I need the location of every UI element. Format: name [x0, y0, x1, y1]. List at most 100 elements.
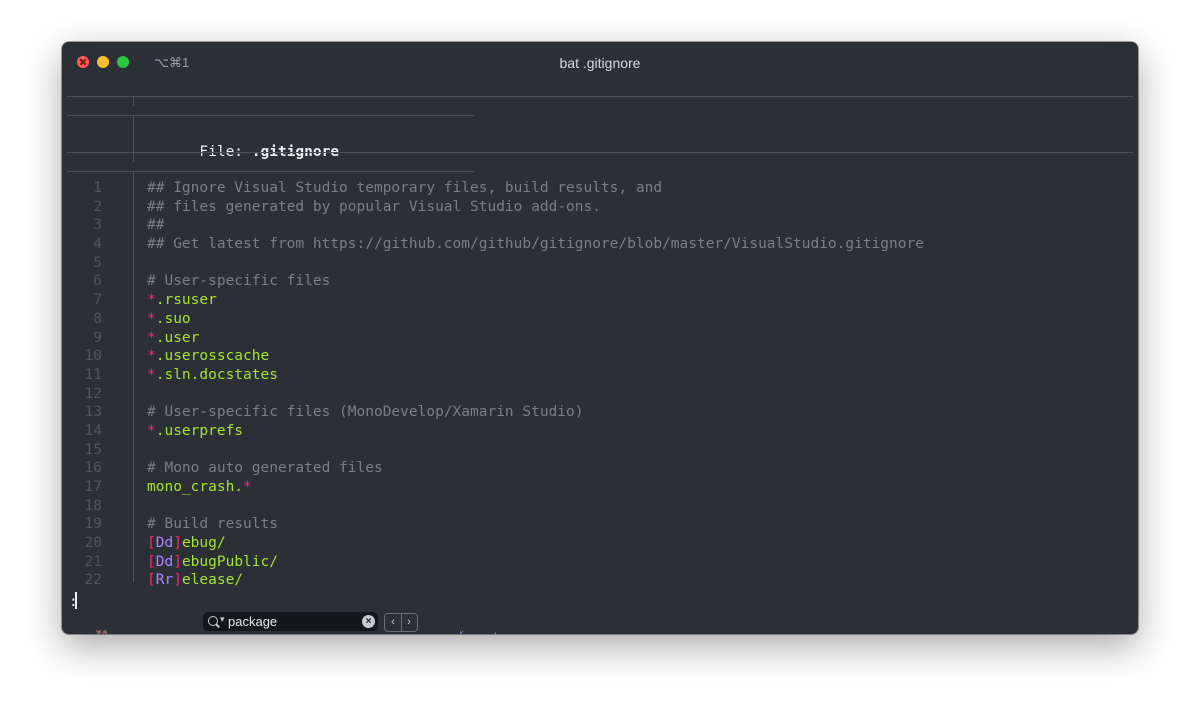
gutter-divider-top: [133, 96, 134, 106]
line-code: # User-specific files: [147, 272, 330, 291]
branch-icon: ᚴ: [458, 629, 466, 634]
status-bar: ⛓ less ◂ bat ◂ zsh ▾ × ‹ › ᚴ master: [62, 610, 1138, 634]
code-token: .userprefs: [155, 422, 244, 439]
line-number: 10: [84, 348, 102, 365]
gutter-divider-header: [133, 115, 134, 152]
code-token: ]: [173, 553, 182, 570]
code-line: 8 *.suo: [62, 310, 1138, 329]
line-number: 18: [84, 497, 102, 514]
code-line: 11 *.sln.docstates: [62, 366, 1138, 385]
code-token: *: [243, 479, 252, 495]
code-line: 5: [62, 254, 1138, 273]
code-token: ## files generated by popular Visual Stu…: [147, 198, 601, 215]
text-cursor: [75, 592, 77, 609]
line-code: # User-specific files (MonoDevelop/Xamar…: [147, 403, 584, 422]
line-code: *.userprefs: [147, 422, 243, 441]
line-number: 8: [93, 310, 102, 327]
code-lines: 1 ## Ignore Visual Studio temporary files…: [62, 179, 1138, 590]
code-token: .userosscache: [155, 348, 270, 365]
code-token: Dd: [155, 535, 174, 552]
code-token: [: [147, 535, 156, 552]
search-icon: [208, 616, 218, 626]
line-number: 4: [93, 236, 102, 253]
code-token: [: [147, 553, 156, 570]
line-number: 2: [93, 198, 102, 215]
line-code: *.user: [147, 329, 199, 348]
code-line: 1 ## Ignore Visual Studio temporary files…: [62, 179, 1138, 198]
code-line: 10 *.userosscache: [62, 347, 1138, 366]
clear-search-icon[interactable]: ×: [362, 615, 375, 628]
header-top-rule: [67, 96, 1133, 97]
code-token: # Mono auto generated files: [147, 460, 383, 477]
code-line: 3 ##: [62, 216, 1138, 235]
code-line: 15: [62, 441, 1138, 460]
code-line: 6 # User-specific files: [62, 272, 1138, 291]
line-number: 6: [93, 273, 102, 290]
line-number: 17: [84, 479, 102, 495]
code-token: ## Get latest from https://github.com/gi…: [147, 236, 924, 253]
line-number: 15: [84, 441, 102, 458]
git-branch[interactable]: ᚴ master: [436, 614, 520, 634]
line-code: mono_crash.*: [147, 478, 252, 497]
code-line: 7 *.rsuser: [62, 291, 1138, 310]
code-token: ebug/: [181, 535, 226, 552]
line-code: # Mono auto generated files: [147, 459, 383, 478]
code-token: *: [147, 310, 156, 327]
line-code: [Dd]ebug/: [147, 534, 226, 553]
code-line: 22 [Rr]elease/: [62, 571, 1138, 590]
code-line: 9 *.user: [62, 329, 1138, 348]
line-code: *.sln.docstates: [147, 366, 278, 385]
code-token: ]: [173, 572, 182, 589]
search-field[interactable]: ▾ ×: [203, 612, 378, 631]
code-token: # User-specific files (MonoDevelop/Xamar…: [147, 404, 584, 421]
search-input[interactable]: [228, 612, 356, 631]
terminal-window: ⌥⌘1 bat .gitignore File: .gitignore 1 ## …: [62, 42, 1138, 634]
line-number: 7: [93, 292, 102, 309]
code-token: ##: [147, 217, 165, 234]
line-number: 11: [84, 366, 102, 383]
window-title: bat .gitignore: [559, 55, 641, 71]
process-icon: ⛓: [94, 629, 111, 634]
header-bottom-rule: [67, 152, 1133, 153]
line-number: 16: [84, 460, 102, 477]
line-code: *.suo: [147, 310, 191, 329]
line-number: 20: [84, 535, 102, 552]
line-code: ##: [147, 216, 164, 235]
line-number: 5: [93, 254, 102, 271]
code-token: *: [147, 366, 156, 383]
search-navigation: ‹ ›: [384, 613, 418, 632]
code-line: 21 [Dd]ebugPublic/: [62, 553, 1138, 572]
code-token: elease/: [181, 572, 244, 589]
line-number: 13: [84, 404, 102, 421]
line-code: *.rsuser: [147, 291, 217, 310]
chevron-down-icon[interactable]: ▾: [220, 614, 225, 625]
code-token: .rsuser: [155, 292, 217, 309]
line-code: ## Ignore Visual Studio temporary files,…: [147, 179, 662, 198]
code-token: Dd: [155, 553, 174, 570]
code-line: 12: [62, 385, 1138, 404]
line-number: 9: [93, 329, 102, 346]
terminal-content[interactable]: File: .gitignore 1 ## Ignore Visual Studi…: [62, 82, 1138, 610]
line-code: # Build results: [147, 515, 278, 534]
code-line: 2 ## files generated by popular Visual St…: [62, 198, 1138, 217]
gutter-divider-mid: [133, 152, 134, 162]
code-line: 17 mono_crash.*: [62, 478, 1138, 497]
code-token: .suo: [155, 310, 191, 327]
branch-name: master: [469, 629, 509, 634]
code-token: # Build results: [147, 516, 278, 533]
previous-match-button[interactable]: ‹: [385, 614, 402, 631]
next-match-button[interactable]: ›: [401, 614, 417, 631]
code-line: 19 # Build results: [62, 515, 1138, 534]
line-code: [Rr]elease/: [147, 571, 243, 590]
line-number: 22: [84, 572, 102, 589]
code-token: # User-specific files: [147, 273, 331, 290]
code-line: 18: [62, 497, 1138, 516]
code-line: 4 ## Get latest from https://github.com/g…: [62, 235, 1138, 254]
code-token: [: [147, 572, 156, 589]
code-token: ]: [173, 535, 182, 552]
code-token: ## Ignore Visual Studio temporary files,…: [147, 180, 663, 196]
code-line: 20 [Dd]ebug/: [62, 534, 1138, 553]
process-path: ⛓ less ◂ bat ◂ zsh: [72, 614, 117, 634]
code-token: .user: [155, 329, 200, 346]
code-token: Rr: [155, 572, 174, 589]
